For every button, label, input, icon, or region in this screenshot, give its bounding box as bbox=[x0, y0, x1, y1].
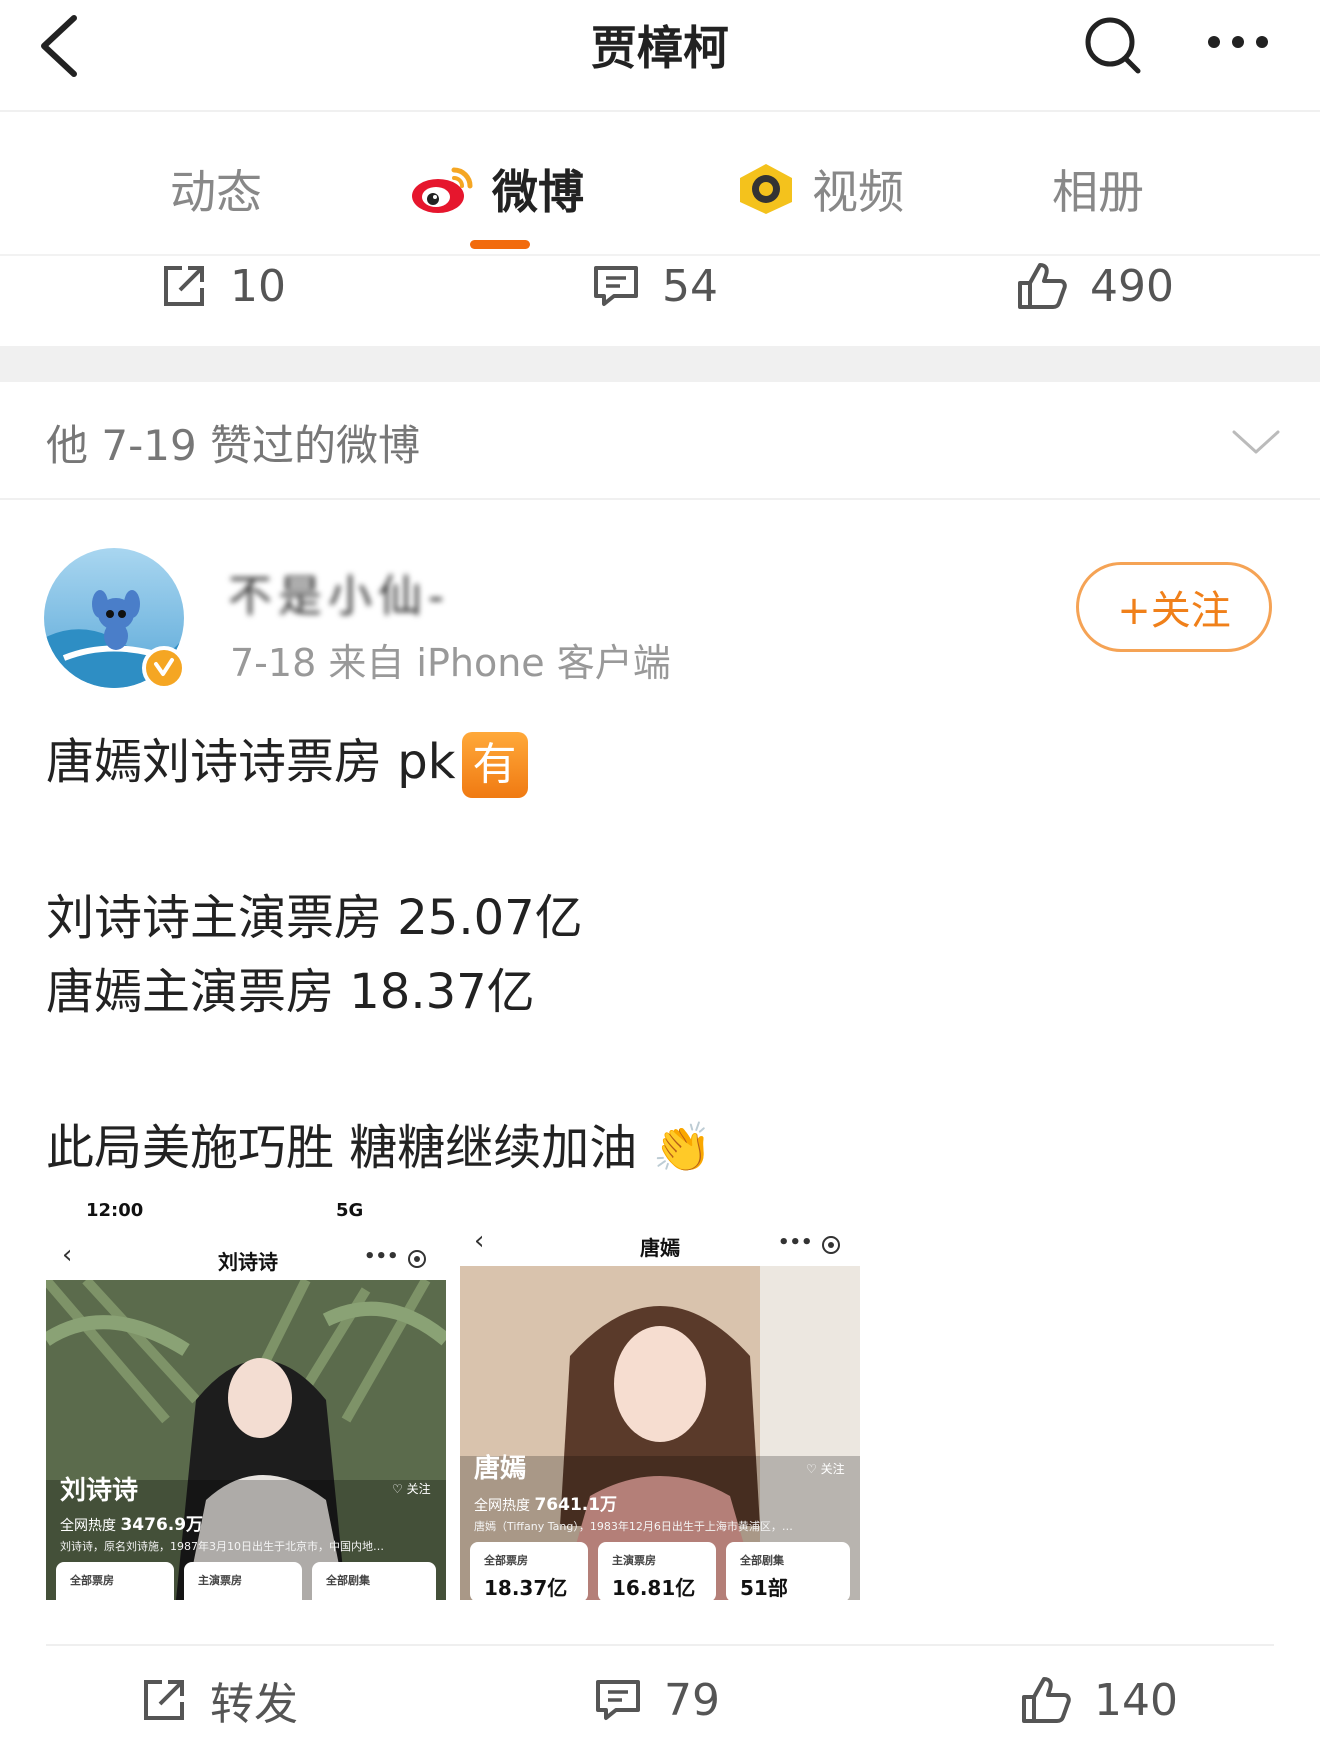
tab-album[interactable]: 相册 bbox=[1052, 154, 1144, 224]
comment-icon bbox=[594, 266, 638, 306]
stat-card[interactable]: 全部票房 18.37亿 bbox=[470, 1542, 588, 1600]
chevron-down-icon bbox=[1232, 430, 1280, 454]
clap-emoji: 👏 bbox=[652, 1120, 713, 1176]
favorite-button[interactable]: ♡ 关注 bbox=[392, 1480, 431, 1497]
comment-count: 79 bbox=[664, 1674, 720, 1726]
post-image-1[interactable]: 12:00 5G ‹ 刘诗诗 ••• 刘诗诗 ♡ 关注 全网热度 3476.9万… bbox=[46, 1196, 446, 1600]
comment-icon bbox=[596, 1680, 640, 1720]
divider bbox=[46, 1644, 1274, 1646]
stat-label: 主演票房 bbox=[612, 1554, 656, 1567]
status-network: 5G bbox=[336, 1200, 364, 1221]
video-badge-icon bbox=[740, 164, 792, 214]
status-time: 12:00 bbox=[86, 1200, 144, 1221]
comment-button[interactable]: 79 bbox=[594, 1658, 720, 1742]
heat-label: 全网热度 bbox=[474, 1498, 530, 1514]
chevron-left-icon: ‹ bbox=[474, 1226, 485, 1256]
more-dots-icon: ••• bbox=[364, 1246, 399, 1267]
comment-button[interactable]: 54 bbox=[592, 244, 718, 328]
person-name: 刘诗诗 bbox=[60, 1476, 139, 1506]
thumbs-up-icon bbox=[1018, 263, 1067, 309]
tab-label: 微博 bbox=[492, 165, 584, 219]
liked-posts-header[interactable]: 他 7-19 赞过的微博 bbox=[0, 382, 1320, 500]
like-count: 490 bbox=[1090, 260, 1174, 312]
thumbs-up-icon bbox=[1022, 1677, 1071, 1723]
more-dots-icon: ••• bbox=[778, 1232, 813, 1253]
liked-posts-label: 他 7-19 赞过的微博 bbox=[46, 421, 421, 470]
post-text-line: 唐嫣刘诗诗票房 pk 有 bbox=[46, 722, 528, 798]
stat-value: 16.81亿 bbox=[612, 1576, 696, 1600]
section-divider bbox=[0, 346, 1320, 382]
target-icon bbox=[822, 1236, 840, 1254]
person-bio: 唐嫣（Tiffany Tang），1983年12月6日出生于上海市黄浦区，… bbox=[474, 1520, 793, 1533]
image-nav-title: 唐嫣 bbox=[640, 1236, 680, 1260]
post-text-line4: 此局美施巧胜 糖糖继续加油 bbox=[46, 1120, 638, 1176]
heat-value: 7641.1万 bbox=[534, 1495, 618, 1515]
heat-row: 全网热度 3476.9万 bbox=[60, 1510, 203, 1535]
more-dots-icon bbox=[1208, 36, 1268, 48]
stat-label: 全部剧集 bbox=[326, 1574, 370, 1587]
repost-count: 10 bbox=[230, 260, 286, 312]
stat-label: 全部票房 bbox=[484, 1554, 528, 1567]
search-icon bbox=[1085, 17, 1141, 74]
search-button[interactable] bbox=[1078, 8, 1148, 80]
favorite-label: 关注 bbox=[406, 1482, 431, 1496]
stat-value: 18.37亿 bbox=[484, 1576, 568, 1600]
tab-label: 视频 bbox=[812, 165, 904, 219]
tab-label: 相册 bbox=[1052, 165, 1144, 219]
person-bio: 刘诗诗，原名刘诗施，1987年3月10日出生于北京市，中国内地… bbox=[60, 1540, 384, 1553]
verified-badge bbox=[142, 646, 186, 690]
heat-row: 全网热度 7641.1万 bbox=[474, 1490, 617, 1515]
stat-card[interactable]: 主演票房 16.81亿 bbox=[598, 1542, 716, 1600]
heat-value: 3476.9万 bbox=[120, 1515, 204, 1535]
profile-tabs: 动态 微博 视频 相册 bbox=[0, 114, 1320, 256]
favorite-button[interactable]: ♡ 关注 bbox=[806, 1460, 845, 1477]
tab-label: 动态 bbox=[170, 165, 262, 219]
stat-value: 51部 bbox=[740, 1576, 788, 1600]
post-image-2[interactable]: ‹ 唐嫣 ••• 唐嫣 ♡ 关注 全网热度 7641.1万 唐嫣（Tiffany… bbox=[460, 1196, 860, 1600]
weibo-logo-icon bbox=[412, 167, 473, 213]
heat-label: 全网热度 bbox=[60, 1518, 116, 1534]
stat-card[interactable]: 全部票房 bbox=[56, 1562, 174, 1600]
post-text-line2: 刘诗诗主演票房 25.07亿 bbox=[46, 890, 583, 946]
repost-button[interactable]: 10 bbox=[160, 244, 286, 328]
you-badge: 有 bbox=[461, 732, 528, 798]
target-icon bbox=[408, 1250, 426, 1268]
repost-icon bbox=[164, 266, 204, 306]
tab-weibo[interactable]: 微博 bbox=[410, 154, 584, 224]
top-bar: 贾樟柯 bbox=[0, 0, 1320, 112]
verified-check-icon bbox=[154, 658, 174, 676]
post-text-line3: 唐嫣主演票房 18.37亿 bbox=[46, 964, 535, 1020]
chevron-left-icon: ‹ bbox=[62, 1240, 73, 1270]
tab-video[interactable]: 视频 bbox=[736, 154, 904, 224]
post-meta: 7-18 来自 iPhone 客户端 bbox=[230, 641, 671, 685]
post-text-line: 此局美施巧胜 糖糖继续加油 👏 bbox=[46, 1108, 712, 1178]
repost-label: 转发 bbox=[210, 1679, 298, 1730]
stat-card[interactable]: 全部剧集 51部 bbox=[726, 1542, 850, 1600]
author-name[interactable]: 不是小仙- bbox=[228, 560, 450, 624]
stat-card[interactable]: 全部剧集 bbox=[312, 1562, 436, 1600]
post-text-line1: 唐嫣刘诗诗票房 pk bbox=[46, 734, 456, 790]
stat-label: 全部票房 bbox=[70, 1574, 114, 1587]
person-name: 唐嫣 bbox=[474, 1454, 527, 1484]
repost-icon bbox=[144, 1680, 184, 1720]
tab-dynamic[interactable]: 动态 bbox=[170, 154, 262, 224]
like-count: 140 bbox=[1094, 1674, 1178, 1726]
stat-card[interactable]: 主演票房 bbox=[184, 1562, 302, 1600]
stat-label: 主演票房 bbox=[198, 1574, 242, 1587]
post-actions: 转发 79 140 bbox=[0, 1658, 1320, 1742]
like-button[interactable]: 490 bbox=[1016, 244, 1174, 328]
comment-count: 54 bbox=[662, 260, 718, 312]
repost-button[interactable]: 转发 bbox=[140, 1658, 298, 1742]
previous-post-actions: 10 54 490 bbox=[0, 244, 1320, 328]
follow-button[interactable]: +关注 bbox=[1076, 562, 1272, 652]
more-button[interactable] bbox=[1200, 8, 1280, 80]
like-button[interactable]: 140 bbox=[1020, 1658, 1178, 1742]
stat-label: 全部剧集 bbox=[740, 1554, 784, 1567]
image-nav-title: 刘诗诗 bbox=[218, 1250, 278, 1274]
favorite-label: 关注 bbox=[820, 1462, 845, 1476]
